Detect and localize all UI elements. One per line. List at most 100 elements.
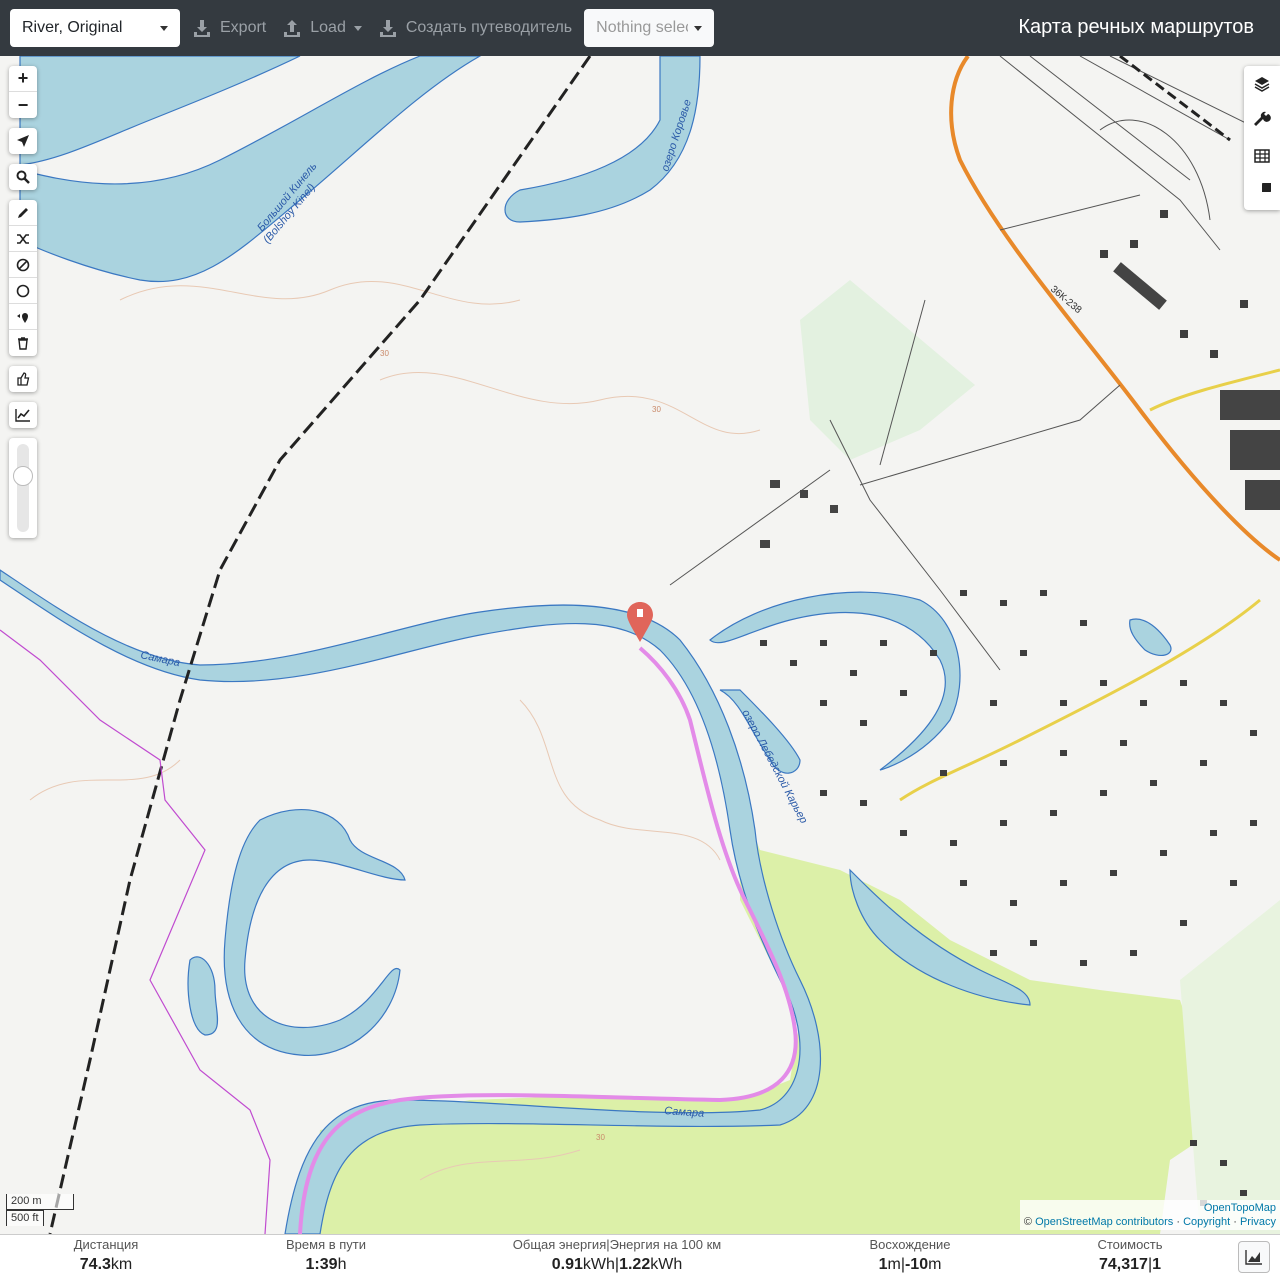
water-body	[1129, 618, 1172, 657]
cost-value-secondary: 1	[1152, 1256, 1161, 1273]
thumb-up-icon	[17, 372, 30, 386]
chevron-down-icon	[694, 25, 703, 31]
contour-lines	[29, 280, 761, 1181]
chevron-down-icon	[353, 25, 362, 31]
feedback-control	[9, 366, 37, 392]
shuffle-icon	[17, 233, 29, 244]
attribution-separator: ·	[1176, 1216, 1180, 1228]
distance-unit: km	[110, 1256, 133, 1273]
wrench-icon	[1254, 111, 1271, 126]
route-select-value: Nothing selected	[596, 19, 688, 36]
railway-line	[1119, 56, 1231, 142]
poi-icon	[17, 312, 28, 323]
copyright-link[interactable]: Copyright	[1183, 1216, 1230, 1228]
draw-icon	[18, 207, 28, 218]
slider-track[interactable]	[13, 444, 33, 532]
scale-bar: 200 m 500 ft	[6, 1194, 74, 1226]
circle-tool-button[interactable]	[9, 278, 37, 304]
ascent-label: Восхождение	[869, 1237, 951, 1252]
export-button[interactable]: Export	[188, 9, 270, 47]
distance-stat: Дистанция 74.3km	[56, 1237, 156, 1274]
osm-contributors-link[interactable]: OpenStreetMap contributors	[1035, 1216, 1173, 1228]
search-icon	[16, 170, 30, 184]
circle-icon	[16, 284, 30, 297]
no-go-icon	[16, 258, 30, 271]
map-tiles: Большой Кинель (Bolshoy Kinel) озеро Кор…	[0, 56, 1280, 1234]
scale-imperial: 500 ft	[6, 1210, 44, 1226]
delete-route-button[interactable]	[9, 330, 37, 356]
profile-select-value: River, Original	[22, 19, 123, 36]
privacy-link[interactable]: Privacy	[1240, 1216, 1276, 1228]
ascent-stat: Восхождение 1m|-10m	[850, 1237, 970, 1274]
cost-label: Стоимость	[1097, 1237, 1163, 1252]
elevation-icon	[15, 409, 30, 422]
elevation-chart-button[interactable]	[1238, 1241, 1270, 1273]
route-select[interactable]: Nothing selected	[584, 9, 715, 47]
energy-stat: Общая энергия|Энергия на 100 км 0.91kWh|…	[502, 1237, 732, 1274]
upload-icon	[284, 20, 301, 37]
oxbow-lake	[187, 956, 219, 1036]
time-stat: Время в пути 1:39h	[266, 1237, 386, 1274]
distance-value: 74.3	[79, 1256, 111, 1273]
map-canvas[interactable]: Большой Кинель (Bolshoy Kinel) озеро Кор…	[0, 56, 1280, 1234]
highway-road	[949, 56, 1280, 562]
energy-label: Общая энергия|Энергия на 100 км	[512, 1237, 722, 1252]
area-chart-icon	[1245, 1250, 1262, 1265]
locate-icon	[17, 135, 29, 147]
load-button[interactable]: Load	[278, 9, 366, 47]
layers-icon	[1254, 77, 1270, 92]
opacity-slider[interactable]	[9, 438, 37, 538]
nogo-area-button[interactable]	[9, 252, 37, 278]
analysis-tab[interactable]	[1244, 174, 1280, 210]
descent-value: -10	[904, 1256, 929, 1273]
elevation-control	[9, 402, 37, 428]
layers-tab[interactable]	[1244, 66, 1280, 102]
sidebar-tabs	[1244, 66, 1280, 210]
copyright-symbol: ©	[1023, 1216, 1033, 1228]
profile-select[interactable]: River, Original	[10, 9, 180, 47]
download-icon	[379, 20, 396, 37]
zoom-control: + −	[9, 66, 37, 118]
time-unit: h	[337, 1256, 347, 1273]
route-stats-bar: Дистанция 74.3km Время в пути 1:39h Обща…	[0, 1234, 1280, 1280]
create-guide-button[interactable]: Создать путеводитель	[374, 9, 576, 47]
attribution-separator: ·	[1233, 1216, 1237, 1228]
zoom-out-button[interactable]: −	[9, 92, 37, 118]
download-icon	[194, 20, 210, 37]
trash-icon	[18, 337, 28, 350]
energy-per100-unit: kWh	[650, 1256, 683, 1273]
slider-handle[interactable]	[13, 466, 33, 486]
descent-unit: m	[928, 1256, 942, 1273]
draw-toolbar	[9, 200, 37, 356]
draw-route-button[interactable]	[9, 200, 37, 226]
poi-button[interactable]	[9, 304, 37, 330]
contour-label: 30	[380, 349, 389, 358]
oxbow-lake	[223, 809, 406, 1056]
contour-label: 30	[596, 1133, 605, 1142]
locate-control	[9, 128, 37, 154]
energy-total-unit: kWh	[582, 1256, 615, 1273]
cost-stat: Стоимость 74,317|1	[1080, 1237, 1180, 1274]
create-guide-label: Создать путеводитель	[405, 19, 573, 36]
export-label: Export	[220, 19, 267, 36]
distance-label: Дистанция	[73, 1237, 139, 1252]
time-value: 1:39	[305, 1256, 338, 1273]
elevation-profile-button[interactable]	[9, 402, 37, 428]
locate-button[interactable]	[9, 128, 37, 154]
settings-tab[interactable]	[1244, 102, 1280, 138]
search-button[interactable]	[9, 164, 37, 190]
zoom-in-button[interactable]: +	[9, 66, 37, 92]
energy-per100-value: 1.22	[619, 1256, 651, 1273]
data-table-tab[interactable]	[1244, 138, 1280, 174]
reverse-route-button[interactable]	[9, 226, 37, 252]
feedback-button[interactable]	[9, 366, 37, 392]
time-label: Время в пути	[286, 1237, 366, 1252]
chevron-down-icon	[160, 25, 168, 31]
app-title: Карта речных маршрутов	[1018, 16, 1254, 38]
cost-value: 74,317	[1099, 1256, 1148, 1273]
rail-yard	[999, 56, 1261, 251]
table-icon	[1254, 149, 1270, 163]
zoom-in-icon: +	[17, 68, 29, 88]
ascent-unit: m	[887, 1256, 901, 1273]
opentopomap-link[interactable]: OpenTopoMap	[1204, 1202, 1276, 1214]
